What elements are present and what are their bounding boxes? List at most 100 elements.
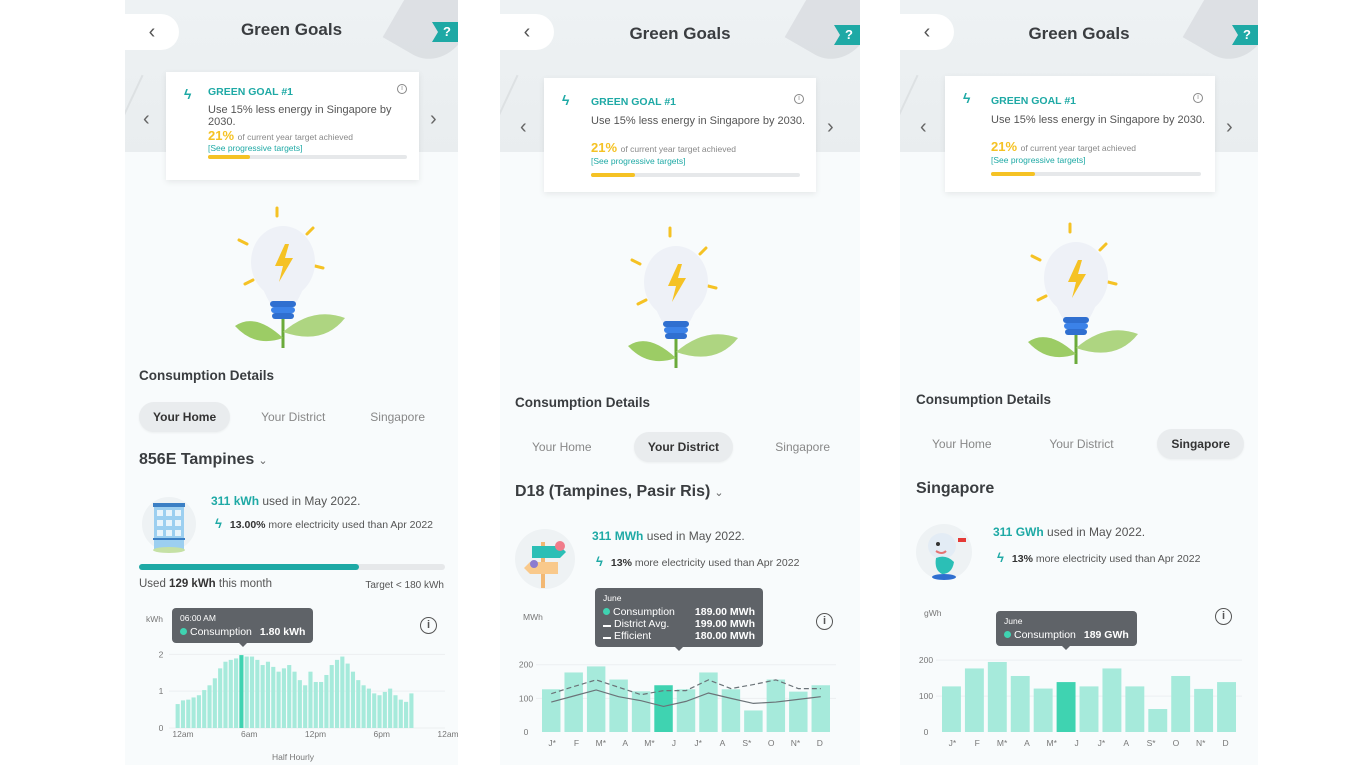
- chart-bar: [676, 689, 696, 732]
- info-icon[interactable]: i: [1193, 93, 1203, 103]
- chart-bar: [398, 699, 403, 728]
- chart-bar: [292, 671, 297, 728]
- progressive-targets-link[interactable]: [See progressive targets]: [591, 156, 686, 166]
- tab-singapore[interactable]: Singapore: [761, 432, 844, 462]
- next-goal-button[interactable]: ›: [827, 116, 834, 139]
- chart-bar: [1171, 675, 1191, 732]
- x-tick-label: J: [672, 738, 676, 748]
- chart-tooltip: 06:00 AM Consumption 1.80 kWh: [172, 608, 314, 643]
- more-text: more electricity used than Apr 2022: [265, 519, 434, 531]
- chart-info-icon[interactable]: i: [816, 613, 833, 630]
- next-goal-button[interactable]: ›: [430, 108, 437, 131]
- chart-bar: [191, 697, 196, 728]
- x-tick-label: 12am: [172, 729, 193, 739]
- chart-bar: [404, 701, 409, 728]
- tab-your-home[interactable]: Your Home: [139, 402, 231, 432]
- chart-bar: [1010, 675, 1030, 732]
- goal-percent-text: of current year target achieved: [237, 132, 353, 142]
- prev-goal-button[interactable]: ‹: [143, 108, 150, 131]
- tab-your-home[interactable]: Your Home: [918, 429, 1006, 459]
- tab-your-home[interactable]: Your Home: [518, 432, 606, 462]
- progressive-targets-link[interactable]: [See progressive targets]: [991, 155, 1086, 165]
- chart-bar: [586, 666, 606, 732]
- used-value: 311 GWh: [993, 525, 1044, 539]
- panel-your-home: ‹ Green Goals ? ‹ › ϟ GREEN GOAL #1 i Us…: [125, 0, 458, 765]
- chart-bar: [942, 686, 961, 732]
- goal-card[interactable]: ϟ GREEN GOAL #1 i Use 15% less energy in…: [945, 76, 1215, 192]
- chart-bar: [1125, 686, 1145, 732]
- x-tick-label: D: [817, 738, 823, 748]
- x-tick-label: J*: [694, 738, 702, 748]
- monthly-used-value: 129 kWh: [169, 578, 216, 590]
- x-tick-label: D: [1223, 738, 1229, 748]
- tab-singapore[interactable]: Singapore: [356, 402, 439, 432]
- more-text: more electricity used than Apr 2022: [631, 557, 800, 569]
- y-tick-label: 0: [924, 727, 929, 737]
- prev-goal-button[interactable]: ‹: [920, 116, 927, 139]
- bolt-icon: ϟ: [215, 516, 222, 531]
- chart-bar: [186, 699, 191, 728]
- panel-singapore: ‹ Green Goals ? ‹ › ϟ GREEN GOAL #1 i Us…: [900, 0, 1258, 765]
- tooltip-value: 189 GWh: [1083, 629, 1129, 641]
- tooltip-label: Consumption: [1014, 629, 1076, 641]
- used-text: used in May 2022.: [643, 529, 745, 543]
- next-goal-button[interactable]: ›: [1226, 116, 1233, 139]
- chart-bar: [744, 710, 763, 732]
- location-dropdown[interactable]: D18 (Tampines, Pasir Ris) ⌄: [515, 483, 724, 501]
- chart-bar: [334, 659, 340, 728]
- bolt-icon: ϟ: [596, 554, 603, 569]
- tab-your-district[interactable]: Your District: [633, 432, 733, 462]
- more-value: 13%: [610, 557, 632, 569]
- x-tick-label: N*: [1196, 738, 1206, 748]
- tooltip-value: 199.00 MWh: [694, 618, 755, 630]
- x-tick-label: M*: [1047, 738, 1058, 748]
- tooltip-value: 1.80 kWh: [259, 626, 306, 638]
- goal-card[interactable]: ϟ GREEN GOAL #1 i Use 15% less energy in…: [544, 78, 816, 192]
- chart-bar: [180, 700, 186, 728]
- chart-bar: [964, 668, 984, 732]
- chart-bar: [987, 661, 1007, 732]
- tab-your-district[interactable]: Your District: [1035, 429, 1127, 459]
- info-icon[interactable]: i: [794, 94, 804, 104]
- info-icon[interactable]: i: [397, 84, 407, 94]
- half-hourly-chart: kWh 0 1 2 12am 6am 12pm 6pm 12am Half Hourly 06:…: [125, 600, 458, 765]
- x-tick-label: O: [1173, 738, 1180, 748]
- tab-singapore[interactable]: Singapore: [1157, 429, 1244, 459]
- chart-bar: [234, 658, 239, 728]
- chart-bar: [345, 663, 350, 728]
- chart-bar: [196, 695, 201, 728]
- location-name: Singapore: [916, 480, 995, 497]
- tooltip-label: Consumption: [190, 626, 252, 638]
- prev-goal-button[interactable]: ‹: [520, 116, 527, 139]
- progressive-targets-link[interactable]: [See progressive targets]: [208, 143, 303, 153]
- x-tick-label: M*: [997, 738, 1008, 748]
- section-title: Consumption Details: [916, 392, 1052, 407]
- chart-bar: [202, 690, 207, 728]
- x-tick-label: 6am: [241, 729, 258, 739]
- x-tick-label: J*: [548, 738, 556, 748]
- page-title: Green Goals: [240, 20, 343, 39]
- x-tick-label: F: [574, 738, 579, 748]
- chart-bar: [654, 685, 673, 732]
- chart-info-icon[interactable]: i: [420, 617, 437, 634]
- location-dropdown[interactable]: 856E Tampines ⌄: [139, 451, 268, 469]
- tab-your-district[interactable]: Your District: [247, 402, 339, 432]
- goal-card[interactable]: ϟ GREEN GOAL #1 i Use 15% less energy in…: [166, 72, 419, 180]
- chart-bar: [297, 680, 302, 728]
- chart-bar: [281, 668, 286, 728]
- chart-bar: [228, 659, 233, 728]
- goal-progress-bar: [991, 172, 1201, 176]
- chart-bar: [366, 688, 371, 728]
- x-tick-label: 6pm: [373, 729, 390, 739]
- lightbulb-plant-illustration: [628, 226, 738, 368]
- goal-description: Use 15% less energy in Singapore by 2030…: [208, 104, 392, 128]
- page-title: Green Goals: [1028, 24, 1130, 43]
- used-value: 311 MWh: [592, 529, 644, 543]
- lightbulb-plant-illustration: [1028, 222, 1138, 364]
- more-text: more electricity used than Apr 2022: [1032, 553, 1201, 565]
- goal-progress-bar: [208, 155, 407, 159]
- goal-title: GREEN GOAL #1: [591, 96, 676, 108]
- y-tick-label: 200: [919, 655, 933, 665]
- chart-bar: [319, 681, 324, 728]
- chart-info-icon[interactable]: i: [1215, 608, 1232, 625]
